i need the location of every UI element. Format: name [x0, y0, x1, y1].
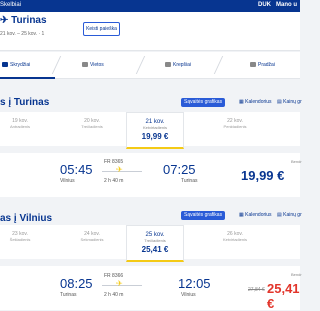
date-option[interactable]: 26 kov. Ketvirtadienis	[215, 231, 255, 242]
date-option-selected[interactable]: 21 kov. Ketvirtadienis 19,99 €	[126, 112, 184, 149]
top-bar: Skelbiai DUK Mano u	[0, 0, 300, 12]
price-from-label: Bendr	[291, 272, 302, 277]
date-option[interactable]: 20 kov. Trečiadienis	[72, 118, 112, 129]
arrival-time: 07:25	[163, 162, 196, 177]
search-meta: 21 kov. – 25 kov. · 1	[0, 31, 45, 37]
date-option[interactable]: 23 kov. Šeštadienis	[0, 231, 40, 242]
brand-link[interactable]: Skelbiai	[0, 2, 21, 8]
route-title: ✈ Turinas	[0, 15, 47, 26]
arrival-city: Turinas	[181, 178, 198, 184]
flight-price: 25,41 €	[267, 281, 300, 311]
price-from-label: Bendr	[291, 159, 302, 164]
step-seats[interactable]: Vietos	[82, 62, 104, 68]
bag-icon	[165, 62, 171, 68]
weekly-fares-button[interactable]: Sąvaitės grafikas	[181, 211, 226, 220]
old-price: 27,84 €	[248, 287, 265, 293]
calendar-button[interactable]: ▦ Kalendorius	[236, 211, 275, 220]
step-flights[interactable]: Skrydžiai	[2, 62, 30, 68]
date-option[interactable]: 19 kov. Antradienis	[0, 118, 40, 129]
arrival-city: Vilnius	[181, 292, 196, 298]
step-extras[interactable]: Pradžai	[250, 62, 275, 68]
departure-time: 08:25	[60, 276, 93, 291]
calendar-button[interactable]: ▦ Kalendorius	[236, 98, 275, 107]
departure-city: Turinas	[60, 292, 77, 298]
flight-duration: 2 h 40 m	[104, 178, 124, 184]
plane-icon	[2, 62, 8, 68]
flight-duration: 2 h 40 m	[104, 292, 124, 298]
extras-icon	[250, 62, 256, 68]
departure-time: 05:45	[60, 162, 93, 177]
change-search-button[interactable]: Keisti paieška	[83, 22, 120, 36]
seat-icon	[82, 62, 88, 68]
weekly-fares-button[interactable]: Sąvaitės grafikas	[181, 98, 226, 107]
arrival-time: 12:05	[178, 276, 211, 291]
account-link[interactable]: Mano u	[276, 2, 297, 8]
price-chart-button[interactable]: ▤ Kainų gr	[274, 211, 305, 220]
plane-icon: ✈	[0, 15, 12, 26]
active-step-indicator	[0, 77, 55, 79]
departure-city: Vilnius	[60, 178, 75, 184]
inbound-title: as į Vilnius	[0, 213, 53, 224]
date-option[interactable]: 22 kov. Penktadienis	[215, 118, 255, 129]
date-option-selected[interactable]: 25 kov. Trečiadienis 25,41 €	[126, 225, 184, 262]
faq-link[interactable]: DUK	[258, 2, 271, 8]
flight-price: 19,99 €	[241, 168, 285, 183]
price-chart-button[interactable]: ▤ Kainų gr	[274, 98, 305, 107]
plane-icon: ✈	[116, 165, 123, 174]
date-option[interactable]: 24 kov. Sekmadienis	[72, 231, 112, 242]
outbound-title: s į Turinas	[0, 97, 50, 108]
plane-icon: ✈	[116, 279, 123, 288]
step-bags[interactable]: Krepšiai	[165, 62, 191, 68]
